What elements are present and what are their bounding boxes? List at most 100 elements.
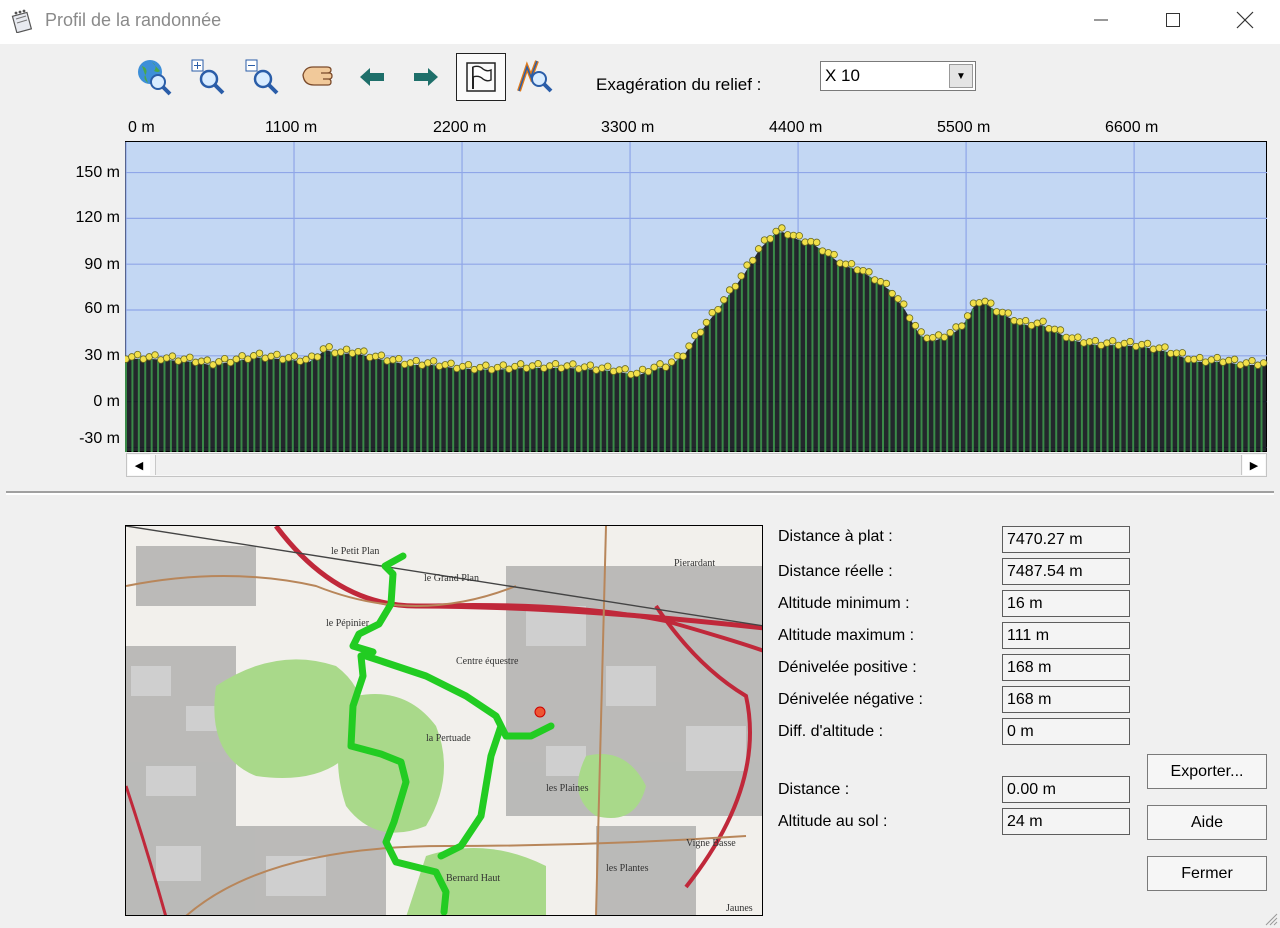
profile-point [1161, 343, 1169, 351]
arrow-left-small-icon: ◀ [134, 459, 144, 472]
profile-point [662, 363, 670, 371]
relief-select-value: X 10 [825, 66, 860, 85]
profile-point [633, 369, 641, 378]
panel-divider[interactable] [6, 491, 1274, 495]
maximize-button[interactable] [1138, 0, 1208, 40]
relief-select[interactable]: X 10 ▼ [820, 61, 976, 91]
x-tick-label: 3300 m [601, 119, 655, 136]
profile-point [900, 300, 908, 308]
profile-point [1126, 337, 1134, 346]
profile-point [1091, 336, 1100, 345]
profile-point [586, 361, 595, 369]
y-tick-label: 150 m [75, 164, 120, 181]
profile-point [743, 261, 751, 269]
profile-point [342, 345, 351, 354]
profile-point [905, 314, 914, 322]
chevron-down-icon[interactable]: ▼ [949, 64, 973, 88]
minimize-icon [1094, 19, 1108, 21]
scroll-left-button[interactable]: ◀ [128, 455, 150, 475]
profile-point [621, 365, 629, 373]
arrow-left-icon [360, 68, 384, 86]
stat-label: Distance : [778, 781, 850, 798]
stat-value-positive-gain: 168 m [1002, 654, 1130, 681]
zoom-in-icon [191, 59, 225, 95]
close-button[interactable] [1210, 0, 1280, 40]
y-tick-label: 90 m [84, 256, 120, 273]
export-button[interactable]: Exporter... [1147, 754, 1267, 789]
minimize-button[interactable] [1066, 0, 1136, 40]
stat-value-altitude-diff: 0 m [1002, 718, 1130, 745]
profile-point [1259, 359, 1268, 367]
profile-point [737, 272, 745, 280]
stat-value-distance: 0.00 m [1002, 776, 1130, 803]
profile-point [720, 296, 728, 304]
stat-value-flat-distance: 7470.27 m [1002, 526, 1130, 553]
map-label: le Petit Plan [331, 546, 379, 557]
profile-point [1039, 317, 1047, 325]
profile-point [255, 349, 264, 357]
close-dialog-button[interactable]: Fermer [1147, 856, 1267, 891]
profile-point [987, 299, 995, 307]
zoom-full-button[interactable] [131, 54, 177, 100]
profile-point [325, 343, 333, 351]
map-label: le Pépinier [326, 618, 370, 629]
stat-label: Distance réelle : [778, 563, 893, 580]
next-button[interactable] [403, 54, 449, 100]
scrollbar-thumb[interactable] [155, 455, 1242, 475]
profile-point [888, 289, 896, 298]
profile-point [911, 321, 920, 330]
position-marker [534, 706, 546, 718]
map-label: Pierardant [674, 558, 715, 569]
profile-point [644, 367, 653, 376]
map-label: le Grand Plan [424, 573, 479, 584]
profile-point [1213, 353, 1221, 362]
flag-button[interactable] [456, 53, 506, 101]
profile-point [1178, 349, 1187, 357]
route-map[interactable]: le Petit Plan le Grand Plan Pierardant l… [125, 525, 763, 916]
help-button[interactable]: Aide [1147, 805, 1267, 840]
profile-point [714, 305, 722, 314]
map-label: Centre équestre [456, 656, 519, 667]
elevation-profile-chart[interactable] [125, 141, 1268, 453]
profile-point [1143, 339, 1152, 348]
arrow-right-small-icon: ▶ [1249, 459, 1259, 472]
maximize-icon [1166, 13, 1180, 27]
profile-point [865, 268, 873, 276]
profile-point [412, 356, 420, 365]
profile-point [685, 342, 693, 350]
scroll-right-button[interactable]: ▶ [1243, 455, 1265, 475]
profile-point [917, 328, 925, 336]
stat-label: Diff. d'altitude : [778, 723, 884, 740]
map-image: le Petit Plan le Grand Plan Pierardant l… [126, 526, 762, 915]
resize-grip-icon[interactable] [1262, 910, 1278, 926]
app-notebook-icon [11, 9, 33, 33]
profile-point [360, 347, 368, 355]
y-tick-label: 60 m [84, 300, 120, 317]
previous-button[interactable] [349, 54, 395, 100]
profile-point [429, 357, 438, 365]
zoom-in-button[interactable] [186, 54, 232, 100]
profile-point [702, 318, 711, 327]
y-tick-label: 30 m [84, 347, 120, 364]
profile-point [1074, 333, 1082, 341]
pan-button[interactable] [294, 54, 340, 100]
flag-icon [466, 62, 496, 92]
profile-point [696, 328, 705, 337]
profile-point [749, 256, 757, 265]
profile-point [499, 361, 507, 369]
profile-point [482, 361, 490, 369]
profile-point [220, 355, 229, 363]
title-bar: Profil de la randonnée [0, 0, 1280, 44]
zoom-out-button[interactable] [240, 54, 286, 100]
profile-point [754, 245, 763, 253]
x-tick-label: 4400 m [769, 119, 823, 136]
profile-point [313, 353, 322, 361]
profile-point [516, 360, 525, 368]
x-tick-label: 5500 m [937, 119, 991, 136]
x-tick-label: 0 m [128, 119, 155, 136]
zoom-profile-button[interactable] [512, 54, 558, 100]
profile-point [273, 350, 281, 359]
map-label: la Pertuade [426, 733, 471, 744]
profile-point [186, 353, 194, 361]
profile-scrollbar[interactable]: ◀ ▶ [126, 453, 1267, 477]
